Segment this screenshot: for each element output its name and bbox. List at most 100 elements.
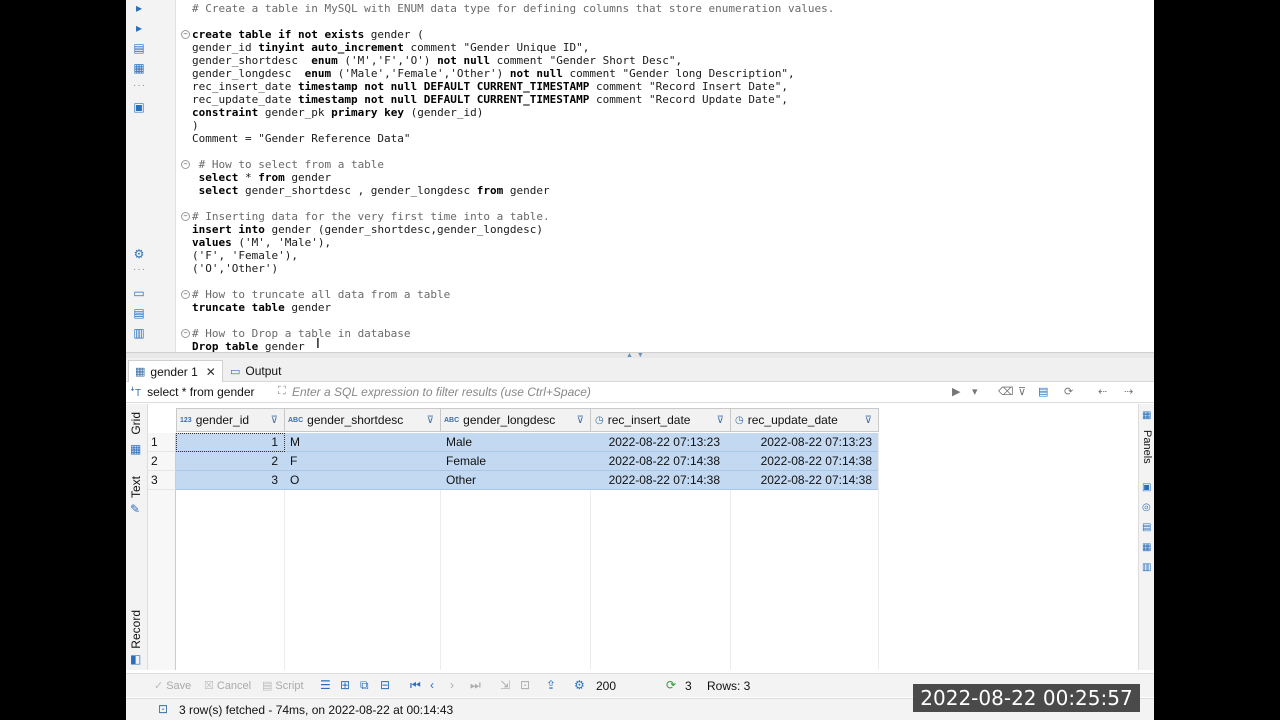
export-icon[interactable]: ⇪ — [546, 678, 556, 692]
table-cell[interactable]: O — [290, 471, 440, 490]
column-filter-icon[interactable]: ⊽ — [271, 415, 278, 426]
execution-log-icon[interactable]: ▥ — [131, 325, 147, 341]
code-line[interactable]: create table if not exists gender ( — [192, 28, 424, 41]
column-filter-icon[interactable]: ⊽ — [577, 415, 584, 426]
back-icon[interactable]: ⇠ — [1098, 385, 1107, 398]
filter-settings-icon[interactable]: ⊽ — [1018, 385, 1026, 398]
tab-results[interactable]: ▦ gender 1 ✕ — [128, 360, 223, 382]
filter-input[interactable] — [292, 383, 932, 401]
script-button[interactable]: ▤ Script — [262, 679, 304, 693]
code-line[interactable]: insert into gender (gender_shortdesc,gen… — [192, 223, 543, 236]
code-line[interactable]: # How to select from a table — [192, 158, 384, 171]
fetch-all-icon[interactable]: ⊡ — [520, 678, 530, 692]
table-cell[interactable]: 2022-08-22 07:14:38 — [590, 452, 720, 471]
code-line[interactable]: values ('M', 'Male'), — [192, 236, 331, 249]
console-icon[interactable]: ▣ — [131, 99, 147, 115]
tab-record[interactable]: Record — [129, 610, 143, 649]
previous-icon[interactable]: ‹ — [430, 678, 434, 692]
refresh-filter-icon[interactable]: ⟳ — [1064, 385, 1073, 398]
table-cell[interactable]: 2022-08-22 07:14:38 — [730, 471, 872, 490]
results-panel-icon[interactable]: ▭ — [131, 285, 147, 301]
tab-panels[interactable]: Panels — [1141, 430, 1153, 464]
settings-gear-icon[interactable]: ⚙ — [131, 246, 147, 262]
record-view-icon[interactable]: ◧ — [130, 652, 141, 666]
apply-filter-icon[interactable]: ▶ — [952, 385, 960, 398]
code-line[interactable]: gender_longdesc enum ('Male','Female','O… — [192, 67, 795, 80]
refresh-icon[interactable]: ⟳ — [666, 678, 676, 692]
code-line[interactable]: select gender_shortdesc , gender_longdes… — [192, 184, 550, 197]
settings-gear-icon-2[interactable]: ⚙ — [574, 678, 585, 692]
row-number[interactable]: 1 — [148, 433, 176, 452]
code-line[interactable]: ) — [192, 119, 199, 132]
column-header[interactable]: 123 gender_id ⊽ — [176, 408, 285, 432]
next-icon[interactable]: › — [450, 678, 454, 692]
cancel-button[interactable]: ☒ Cancel — [204, 679, 251, 693]
table-cell[interactable]: 2022-08-22 07:14:38 — [590, 471, 720, 490]
column-filter-icon[interactable]: ⊽ — [717, 415, 724, 426]
table-cell[interactable]: 2 — [176, 452, 278, 471]
results-grid[interactable]: 123 gender_id ⊽ ABC gender_shortdesc ⊽ ABC gend… — [148, 404, 1138, 670]
row-number[interactable]: 2 — [148, 452, 176, 471]
add-row-icon[interactable]: ⊞ — [340, 678, 350, 692]
edit-cell-icon[interactable]: ☰ — [320, 678, 331, 692]
text-view-icon[interactable]: ✎ — [130, 502, 140, 516]
code-line[interactable]: ('F', 'Female'), — [192, 249, 298, 262]
output-panel-icon[interactable]: ▤ — [131, 305, 147, 321]
run-script-icon[interactable]: ▸ — [131, 20, 147, 36]
sql-editor[interactable]: # Create a table in MySQL with ENUM data… — [178, 0, 1154, 353]
code-line[interactable]: rec_update_date timestamp not null DEFAU… — [192, 93, 788, 106]
column-header[interactable]: ABC gender_shortdesc ⊽ — [284, 408, 441, 432]
column-filter-icon[interactable]: ⊽ — [865, 415, 872, 426]
column-header[interactable]: ◷ rec_insert_date ⊽ — [590, 408, 731, 432]
code-line[interactable]: Comment = "Gender Reference Data" — [192, 132, 411, 145]
fetch-size-input[interactable] — [596, 677, 656, 694]
fold-toggle-icon[interactable]: − — [181, 30, 190, 39]
code-line[interactable]: # Create a table in MySQL with ENUM data… — [192, 2, 834, 15]
code-line[interactable]: constraint gender_pk primary key (gender… — [192, 106, 483, 119]
column-header[interactable]: ◷ rec_update_date ⊽ — [730, 408, 879, 432]
table-cell[interactable]: M — [290, 433, 440, 452]
row-number[interactable]: 3 — [148, 471, 176, 490]
table-cell[interactable]: 2022-08-22 07:13:23 — [730, 433, 872, 452]
more-dots-icon[interactable]: ··· — [133, 80, 146, 91]
fold-toggle-icon[interactable]: − — [181, 160, 190, 169]
column-header[interactable]: ABC gender_longdesc ⊽ — [440, 408, 591, 432]
table-cell[interactable]: Female — [446, 452, 590, 471]
fetch-next-icon[interactable]: ⇲ — [500, 678, 510, 692]
code-line[interactable]: rec_insert_date timestamp not null DEFAU… — [192, 80, 788, 93]
grid-view-icon[interactable]: ▦ — [130, 442, 141, 456]
value-panel-icon[interactable]: ▣ — [1142, 482, 1151, 493]
tab-grid[interactable]: Grid — [129, 412, 143, 435]
table-cell[interactable]: Male — [446, 433, 590, 452]
code-line[interactable]: gender_id tinyint auto_increment comment… — [192, 41, 589, 54]
panels-toggle-icon[interactable]: ▦ — [1142, 410, 1151, 421]
table-cell[interactable]: Other — [446, 471, 590, 490]
code-line[interactable]: gender_shortdesc enum ('M','F','O') not … — [192, 54, 682, 67]
code-line[interactable]: select * from gender — [192, 171, 331, 184]
grouping-panel-icon[interactable]: ▤ — [1142, 522, 1151, 533]
explain-plan-icon[interactable]: ▦ — [131, 60, 147, 76]
fold-toggle-icon[interactable]: − — [181, 329, 190, 338]
tab-text[interactable]: Text — [129, 476, 143, 498]
code-line[interactable]: ('O','Other') — [192, 262, 278, 275]
save-button[interactable]: ✓ Save — [154, 679, 191, 693]
save-filter-icon[interactable]: ▤ — [1038, 385, 1048, 398]
run-statement-icon[interactable]: ▸ — [131, 0, 147, 16]
first-page-icon[interactable]: ⏮ — [410, 678, 421, 693]
tab-output[interactable]: ▭ Output — [224, 360, 287, 382]
code-line[interactable]: # Inserting data for the very first time… — [192, 210, 550, 223]
table-cell[interactable]: 2022-08-22 07:14:38 — [730, 452, 872, 471]
forward-icon[interactable]: ⇢ — [1124, 385, 1133, 398]
table-cell[interactable]: 3 — [176, 471, 278, 490]
table-cell[interactable]: 2022-08-22 07:13:23 — [590, 433, 720, 452]
code-line[interactable]: # How to truncate all data from a table — [192, 288, 450, 301]
metadata-panel-icon[interactable]: ◎ — [1142, 502, 1151, 513]
last-page-icon[interactable]: ⏭ — [470, 678, 481, 693]
fold-toggle-icon[interactable]: − — [181, 212, 190, 221]
column-filter-icon[interactable]: ⊽ — [427, 415, 434, 426]
copy-row-icon[interactable]: ⧉ — [360, 678, 369, 693]
references-panel-icon[interactable]: ▥ — [1142, 562, 1151, 573]
calc-panel-icon[interactable]: ▦ — [1142, 542, 1151, 553]
code-line[interactable]: truncate table gender — [192, 301, 331, 314]
code-line[interactable]: # How to Drop a table in database — [192, 327, 411, 340]
